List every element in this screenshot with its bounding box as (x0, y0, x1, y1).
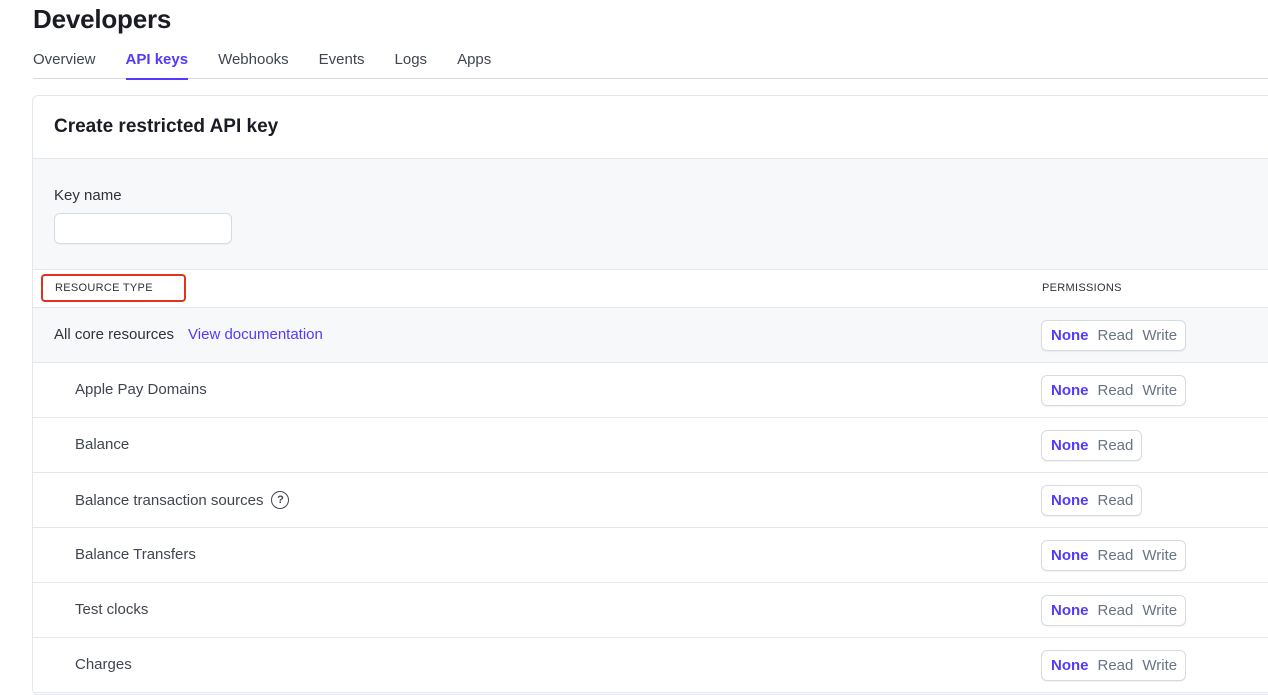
permission-write-option[interactable]: Write (1142, 382, 1177, 399)
permission-read-option[interactable]: Read (1098, 602, 1134, 619)
permission-read-option[interactable]: Read (1098, 547, 1134, 564)
view-documentation-link[interactable]: View documentation (188, 326, 323, 343)
permission-write-option[interactable]: Write (1142, 327, 1177, 344)
permission-none-option[interactable]: None (1051, 492, 1089, 509)
permission-toggle-group: None Read Write (1041, 540, 1187, 571)
permission-toggle-group: None Read Write (1041, 650, 1187, 681)
permissions-header: PERMISSIONS (1042, 282, 1122, 294)
permission-read-option[interactable]: Read (1098, 327, 1134, 344)
permission-toggle-group: None Read Write (1041, 375, 1187, 406)
tab-apps[interactable]: Apps (457, 50, 491, 79)
question-circle-icon[interactable]: ? (271, 491, 290, 509)
resource-name: Test clocks (75, 601, 149, 618)
tab-webhooks[interactable]: Webhooks (218, 50, 289, 79)
permission-toggle-group: None Read (1041, 485, 1143, 516)
permission-none-option[interactable]: None (1051, 382, 1089, 399)
resource-name: All core resources (54, 326, 175, 343)
restricted-key-card: Create restricted API key Key name RESOU… (32, 95, 1268, 695)
resource-label: Test clocks (75, 601, 148, 618)
tab-bar: Overview API keys Webhooks Events Logs A… (33, 50, 1268, 80)
permission-write-option[interactable]: Write (1142, 657, 1177, 674)
tab-events[interactable]: Events (319, 50, 365, 79)
permission-none-option[interactable]: None (1051, 657, 1089, 674)
resource-label: Apple Pay Domains (75, 381, 207, 398)
resource-name: Balance Transfers (75, 546, 196, 563)
resource-rows: All core resources View documentation None… (33, 308, 1268, 693)
table-row: Balance None Read (33, 418, 1268, 473)
permission-none-option[interactable]: None (1051, 437, 1089, 454)
resource-label: Charges (75, 656, 132, 673)
permission-toggle-group: None Read (1041, 430, 1143, 461)
resource-name: Apple Pay Domains (75, 381, 207, 398)
page-title: Developers (33, 4, 172, 34)
table-row: Balance transaction sources? None Read (33, 473, 1268, 528)
permission-read-option[interactable]: Read (1098, 382, 1134, 399)
permission-toggle-group: None Read Write (1041, 595, 1187, 626)
resource-label: Balance transaction sources? (75, 491, 290, 509)
tab-api-keys[interactable]: API keys (125, 50, 188, 80)
permission-write-option[interactable]: Write (1142, 602, 1177, 619)
card-header: Create restricted API key (33, 96, 1268, 159)
resource-label: Balance (75, 436, 129, 453)
tab-overview[interactable]: Overview (33, 50, 96, 79)
core-resources-row: All core resources View documentation None… (33, 308, 1268, 363)
permission-read-option[interactable]: Read (1098, 492, 1134, 509)
card-title: Create restricted API key (54, 116, 279, 137)
resource-label: Balance Transfers (75, 546, 196, 563)
permission-read-option[interactable]: Read (1098, 437, 1134, 454)
resource-name: Balance transaction sources (75, 491, 264, 509)
permission-none-option[interactable]: None (1051, 602, 1089, 619)
permission-none-option[interactable]: None (1051, 547, 1089, 564)
resource-label: All core resources View documentation (54, 326, 323, 343)
table-row: Charges None Read Write (33, 638, 1268, 693)
permission-none-option[interactable]: None (1051, 327, 1089, 344)
key-name-label: Key name (54, 187, 122, 204)
permission-write-option[interactable]: Write (1142, 547, 1177, 564)
permission-toggle-group: None Read Write (1041, 320, 1187, 351)
key-name-input[interactable] (54, 213, 232, 244)
tab-logs[interactable]: Logs (395, 50, 428, 79)
table-header: RESOURCE TYPE PERMISSIONS (33, 270, 1268, 308)
permission-read-option[interactable]: Read (1098, 657, 1134, 674)
table-row: Balance Transfers None Read Write (33, 528, 1268, 583)
key-name-section: Key name (33, 159, 1268, 270)
resource-name: Charges (75, 656, 132, 673)
resource-type-header: RESOURCE TYPE (41, 274, 186, 302)
resource-name: Balance (75, 436, 130, 453)
table-row: Apple Pay Domains None Read Write (33, 363, 1268, 418)
table-row: Test clocks None Read Write (33, 583, 1268, 638)
